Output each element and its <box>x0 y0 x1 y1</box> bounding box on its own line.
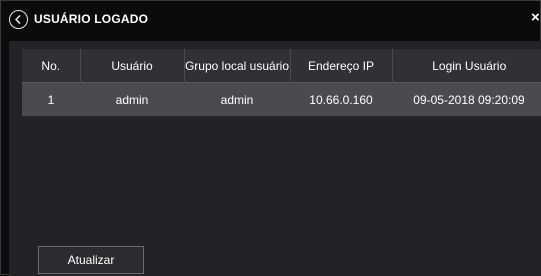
logged-users-dialog: USUÁRIO LOGADO × No. Usuário Grupo local… <box>0 0 541 276</box>
column-header-ip: Endereço IP <box>290 49 393 83</box>
cell-no: 1 <box>22 82 80 116</box>
cell-grupo: admin <box>184 82 290 116</box>
content-panel: No. Usuário Grupo local usuário Endereço… <box>9 41 541 276</box>
column-header-grupo: Grupo local usuário <box>184 49 291 83</box>
cell-ip: 10.66.0.160 <box>290 82 392 116</box>
dialog-header: USUÁRIO LOGADO × <box>1 1 541 39</box>
table-row[interactable]: 1 admin admin 10.66.0.160 09-05-2018 09:… <box>22 82 541 116</box>
cell-usuario: admin <box>80 82 184 116</box>
close-button[interactable]: × <box>531 10 541 26</box>
cell-login: 09-05-2018 09:20:09 <box>392 82 541 116</box>
back-icon[interactable] <box>9 10 28 29</box>
chevron-left-icon <box>15 15 21 24</box>
column-header-usuario: Usuário <box>80 49 185 83</box>
refresh-button[interactable]: Atualizar <box>38 246 144 274</box>
table-header-row: No. Usuário Grupo local usuário Endereço… <box>22 49 541 83</box>
column-header-no: No. <box>22 49 81 83</box>
column-header-login: Login Usuário <box>392 49 541 83</box>
logged-users-table: No. Usuário Grupo local usuário Endereço… <box>22 49 541 116</box>
dialog-title: USUÁRIO LOGADO <box>34 12 149 26</box>
